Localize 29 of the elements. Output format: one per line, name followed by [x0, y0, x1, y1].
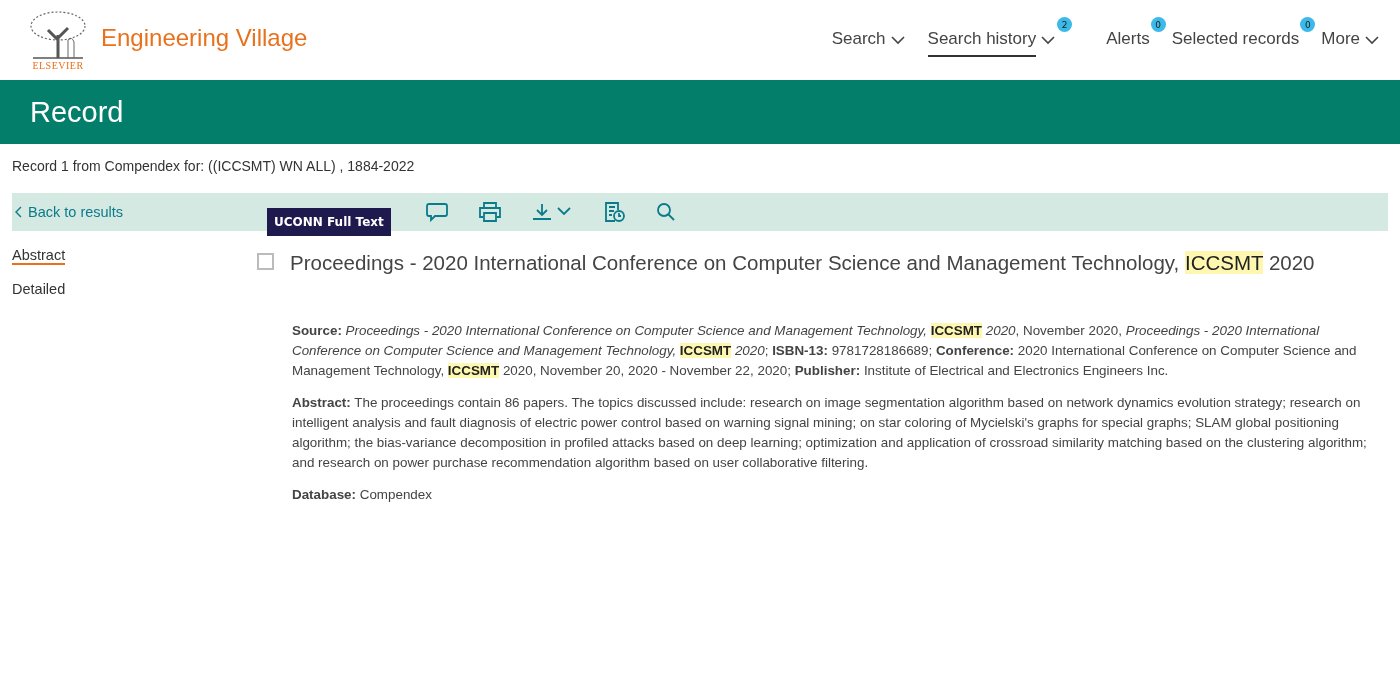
source-paragraph: Source: Proceedings - 2020 International Conference on Computer Science and Management Technology, ICCSMT 2020, November 2020, Proceedings - 2020 International Conference on Computer Science and Management Technology, ICCSMT 2020; ISBN-13: 9781728186689; Conference: 2020 International Conference on Computer Science and Management Technology, ICCSMT 2020, November 20, 2020 - November 22, 2020; Publisher: Institute of Electrical and Electronics Engineers Inc.: [292, 322, 1358, 380]
count-badge: 0: [1300, 17, 1316, 32]
nav-link[interactable]: Search: [831, 23, 886, 57]
download-icon[interactable]: [532, 203, 574, 221]
nav-link[interactable]: Search history: [927, 23, 1037, 57]
chevron-left-icon[interactable]: [15, 206, 23, 218]
print-icon[interactable]: [478, 202, 502, 222]
chevron-down-icon[interactable]: [1040, 35, 1057, 45]
full-text-button[interactable]: UCONN Full Text: [267, 208, 391, 236]
abstract-paragraph: Abstract: The proceedings contain 86 papers. The topics discussed include: research on image segmentation algorithm based on network dynamics evolution strategy; research on intelligent analysis and fault diagnosis of electric power control based on warning signal mining; on star coloring of Mycielski's graphs for special graphs; SLAM global positioning algorithm; the bias-variance decomposition in profiled attacks based on deep learning; optimization and application of crossroad similarity matching based on the clustering algorithm; and research on power purchase recommendation algorithm based on user collaborative filtering.: [292, 394, 1368, 472]
count-badge: 2: [1057, 17, 1073, 32]
chevron-down-icon[interactable]: [1364, 35, 1380, 45]
page-title: Record: [30, 95, 124, 129]
nav-link[interactable]: Alerts: [1106, 23, 1150, 57]
nav-link[interactable]: Selected records: [1171, 23, 1300, 57]
nav-link[interactable]: More: [1321, 23, 1360, 57]
view-tab[interactable]: Detailed: [12, 281, 66, 299]
record-title: Proceedings - 2020 International Conference on Computer Science and Management Technology, ICCSMT 2020: [290, 250, 1315, 276]
document-clock-icon[interactable]: [604, 201, 626, 223]
chevron-down-icon[interactable]: [889, 35, 906, 45]
select-checkbox[interactable]: [257, 253, 274, 270]
view-tab[interactable]: Abstract: [12, 247, 66, 265]
elsevier-tree-logo: ELSEVIER: [27, 9, 89, 71]
record-info: Record 1 from Compendex for: ((ICCSMT) WN ALL) , 1884-2022: [11, 157, 416, 174]
speech-bubble-icon[interactable]: [426, 202, 448, 222]
search-icon[interactable]: [656, 202, 676, 222]
back-link[interactable]: Back to results: [12, 204, 124, 220]
database-line: Database: Compendex: [292, 486, 433, 504]
count-badge: 0: [1150, 17, 1166, 32]
